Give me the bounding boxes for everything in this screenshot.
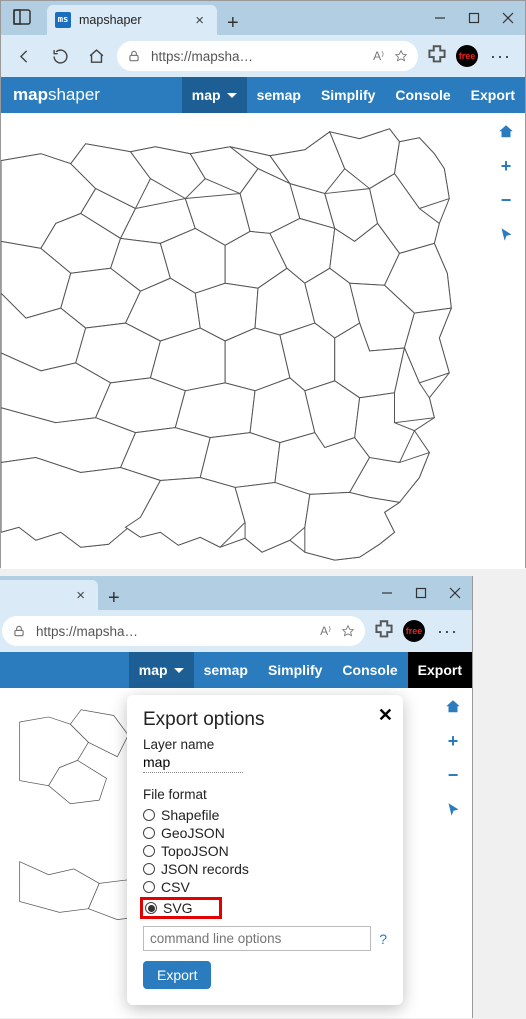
format-label: Shapefile [161,807,219,823]
window-maximize[interactable] [404,576,438,610]
format-label: GeoJSON [161,825,225,841]
window-close[interactable] [491,1,525,35]
nav-map[interactable]: map [182,77,247,113]
command-line-input[interactable] [143,926,371,951]
tool-home-icon[interactable] [495,121,517,143]
extension-badge[interactable]: free [403,620,425,642]
radio-icon [143,863,155,875]
address-bar[interactable]: https://mapsha… A⁾ [2,616,365,646]
tool-zoom-out-icon[interactable]: − [442,764,464,786]
tool-pointer-icon[interactable] [442,798,464,820]
url-text: https://mapsha… [151,49,363,64]
browser-menu-icon[interactable]: ··· [431,621,464,642]
nav-export[interactable]: Export [408,652,472,688]
format-label: SVG [163,900,193,916]
window-minimize[interactable] [370,576,404,610]
refresh-button[interactable] [45,41,75,71]
home-button[interactable] [81,41,111,71]
radio-icon [145,902,157,914]
tool-zoom-in-icon[interactable]: + [495,155,517,177]
extensions-icon[interactable] [371,618,397,644]
nav-console[interactable]: Console [332,652,407,688]
tab-title: mapshaper [79,13,190,27]
dialog-close-icon[interactable]: ✕ [378,705,393,726]
format-label: JSON records [161,861,249,877]
app-brand: mapshaper [1,85,100,105]
nav-map[interactable]: map [129,652,194,688]
read-aloud-icon[interactable]: A⁾ [320,624,331,638]
file-format-label: File format [143,787,387,802]
format-csv[interactable]: CSV [143,878,387,896]
url-text: https://mapsha… [36,624,310,639]
radio-icon [143,809,155,821]
tool-zoom-in-icon[interactable]: + [442,730,464,752]
format-svg[interactable]: SVG [143,896,387,920]
address-bar[interactable]: https://mapsha… A⁾ [117,41,418,71]
map-canvas[interactable]: + − [1,113,525,569]
nav-basemap[interactable]: semap [247,77,311,113]
new-tab-button[interactable]: + [217,12,249,35]
dialog-title: Export options [143,709,387,731]
favorite-icon[interactable] [341,624,355,638]
format-topojson[interactable]: TopoJSON [143,842,387,860]
nav-console[interactable]: Console [385,77,460,113]
tool-pointer-icon[interactable] [495,223,517,245]
radio-icon [143,827,155,839]
nav-basemap[interactable]: semap [194,652,258,688]
read-aloud-icon[interactable]: A⁾ [373,49,384,63]
layer-name-input[interactable] [143,752,243,773]
export-button[interactable]: Export [143,961,211,989]
browser-menu-icon[interactable]: ··· [484,46,517,67]
tab-favicon: ms [55,12,71,28]
tab-title: mapshaper [0,588,71,602]
window-maximize[interactable] [457,1,491,35]
nav-simplify[interactable]: Simplify [258,652,332,688]
radio-icon [143,845,155,857]
window-minimize[interactable] [423,1,457,35]
radio-icon [143,881,155,893]
tool-home-icon[interactable] [442,696,464,718]
browser-tab[interactable]: mapshaper × [0,580,98,610]
help-icon[interactable]: ? [379,931,387,947]
layer-name-label: Layer name [143,737,387,752]
format-json-records[interactable]: JSON records [143,860,387,878]
format-geojson[interactable]: GeoJSON [143,824,387,842]
favorite-icon[interactable] [394,49,408,63]
new-tab-button[interactable]: + [98,587,130,610]
tab-close-icon[interactable]: × [71,585,90,606]
extensions-icon[interactable] [424,43,450,69]
nav-export[interactable]: Export [461,77,525,113]
browser-tab[interactable]: ms mapshaper × [47,5,217,35]
lock-icon [127,49,141,63]
tool-zoom-out-icon[interactable]: − [495,189,517,211]
lock-icon [12,624,26,638]
export-dialog: ✕ Export options Layer name File format … [127,695,403,1005]
extension-badge[interactable]: free [456,45,478,67]
format-shapefile[interactable]: Shapefile [143,806,387,824]
map-svg [1,113,525,569]
taskview-icon[interactable] [13,9,31,25]
format-label: CSV [161,879,190,895]
back-button[interactable] [9,41,39,71]
nav-simplify[interactable]: Simplify [311,77,385,113]
tab-close-icon[interactable]: × [190,10,209,31]
window-close[interactable] [438,576,472,610]
format-label: TopoJSON [161,843,229,859]
